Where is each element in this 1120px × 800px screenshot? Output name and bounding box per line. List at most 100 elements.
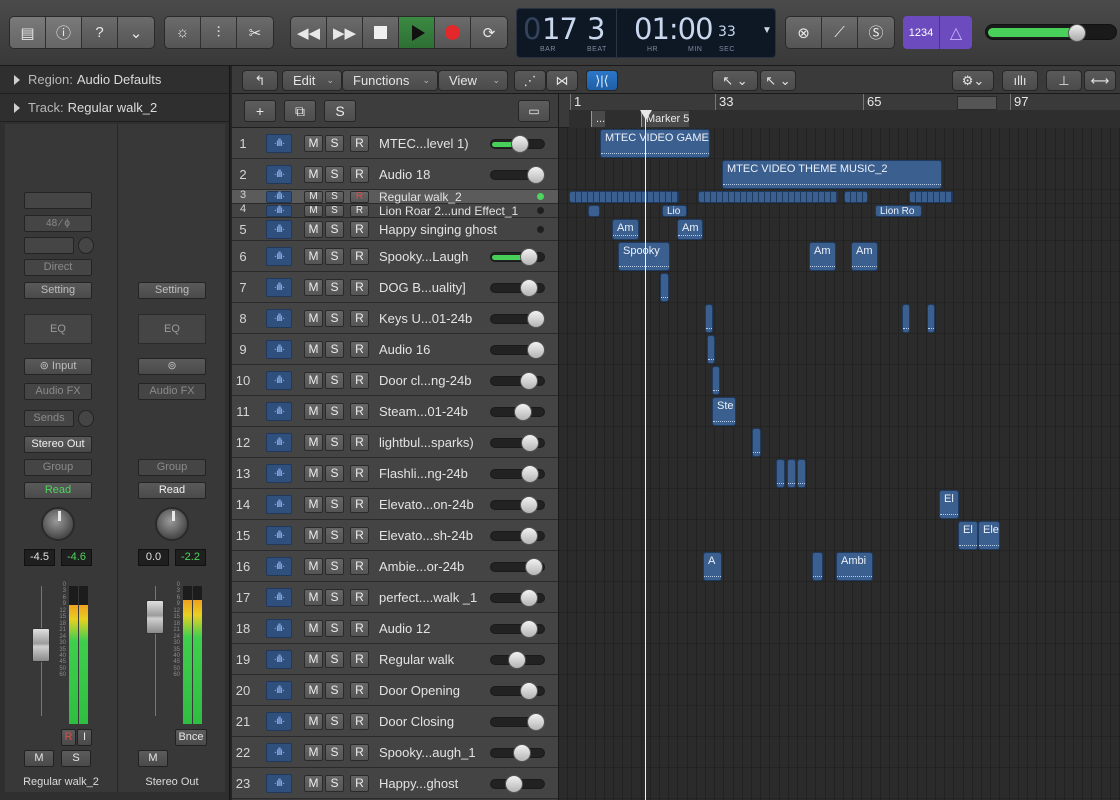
solo-button[interactable]: S <box>61 750 91 767</box>
solo-button[interactable]: S <box>325 221 344 238</box>
audio-region[interactable] <box>844 191 868 203</box>
add-track-button[interactable]: + <box>244 100 276 122</box>
duplicate-track-icon[interactable]: ⧉ <box>284 100 316 122</box>
record-enable-button[interactable]: R <box>350 248 369 265</box>
audio-region[interactable]: Spooky <box>618 242 670 271</box>
playhead[interactable] <box>645 110 646 800</box>
mixer-icon[interactable]: ⫶ <box>201 17 237 48</box>
track-volume-slider[interactable] <box>490 712 545 731</box>
lcd-chevron-down-icon[interactable]: ▼ <box>762 25 772 36</box>
metronome-icon[interactable]: △ <box>939 16 972 49</box>
record-enable-button[interactable]: R <box>350 713 369 730</box>
track-volume-knob[interactable] <box>519 278 538 297</box>
track-volume-slider[interactable] <box>490 402 545 421</box>
record-enable-button[interactable]: R <box>350 651 369 668</box>
audio-region[interactable] <box>712 366 720 395</box>
track-volume-slider[interactable] <box>490 743 545 762</box>
record-enable-button[interactable]: R <box>350 191 369 203</box>
track-row[interactable]: 21 ·ıllı· M S R Door Closing <box>232 706 558 737</box>
input-format-row[interactable]: 48 ⁄ ϕ <box>24 215 92 232</box>
pan-knob[interactable] <box>155 507 189 541</box>
audio-region[interactable]: MTEC VIDEO GAME <box>600 129 710 158</box>
audio-fx-slot[interactable]: Audio FX <box>24 383 92 400</box>
audio-region[interactable] <box>698 191 838 203</box>
track-volume-slider[interactable] <box>490 588 545 607</box>
snap-alignment-icon[interactable]: ⟩|⟨ <box>586 70 618 91</box>
send-knob-icon[interactable] <box>78 410 94 427</box>
back-arrow-icon[interactable]: ↰ <box>242 70 278 91</box>
volume-value[interactable]: -4.5 <box>24 549 55 566</box>
horizontal-zoom-icon[interactable]: ⟷ <box>1084 70 1116 91</box>
solo-button[interactable]: S <box>325 372 344 389</box>
volume-fader[interactable] <box>32 628 50 662</box>
track-volume-slider[interactable] <box>490 526 545 545</box>
track-volume-knob[interactable] <box>511 134 529 153</box>
record-enable-button[interactable]: R <box>350 744 369 761</box>
track-volume-slider[interactable] <box>490 650 545 669</box>
audio-region[interactable]: El <box>958 521 978 550</box>
record-enable-button[interactable]: R <box>350 279 369 296</box>
output-button[interactable]: Stereo Out <box>24 436 92 453</box>
solo-button[interactable]: S <box>325 403 344 420</box>
marker[interactable]: ... <box>591 111 606 127</box>
track-row[interactable]: 1 ·ıllı· M S R MTEC...level 1) <box>232 128 558 159</box>
solo-button[interactable]: S <box>325 496 344 513</box>
track-name[interactable]: Happy singing ghost <box>379 222 534 237</box>
audio-region[interactable] <box>787 459 796 488</box>
record-enable-button[interactable]: R <box>350 775 369 792</box>
vertical-zoom-icon[interactable]: ⊥ <box>1046 70 1082 91</box>
record-enable-button[interactable]: R <box>61 729 76 746</box>
global-solo-button[interactable]: S <box>324 100 356 122</box>
track-row[interactable]: 2 ·ıllı· M S R Audio 18 <box>232 159 558 190</box>
pointer-tool-icon[interactable]: ↖ ⌄ <box>712 70 758 91</box>
mute-button[interactable]: M <box>304 682 323 699</box>
smart-controls-icon[interactable]: ☼ <box>165 17 201 48</box>
track-volume-knob[interactable] <box>507 650 526 669</box>
track-volume-slider[interactable] <box>490 278 545 297</box>
audio-region[interactable] <box>569 191 679 203</box>
track-row[interactable]: 18 ·ıllı· M S R Audio 12 <box>232 613 558 644</box>
mute-button[interactable]: M <box>304 166 323 183</box>
eq-display[interactable]: EQ <box>138 314 206 344</box>
mute-button[interactable]: M <box>304 713 323 730</box>
solo-button[interactable]: S <box>325 558 344 575</box>
eq-display[interactable]: EQ <box>24 314 92 344</box>
solo-button[interactable]: S <box>325 205 344 217</box>
toolbar-toggle-icon[interactable]: ⌄ <box>118 17 154 48</box>
solo-button[interactable]: S <box>325 713 344 730</box>
lcd-display[interactable]: 0 17 3 BAR BEAT 01:00 33 HR MIN SEC <box>516 8 776 59</box>
mute-button[interactable]: M <box>304 221 323 238</box>
volume-fader[interactable] <box>146 600 164 634</box>
mute-button[interactable]: M <box>138 750 168 767</box>
replace-icon[interactable]: ⊗ <box>786 17 822 48</box>
track-volume-slider[interactable] <box>490 619 545 638</box>
track-name[interactable]: Lion Roar 2...und Effect_1 <box>379 204 534 218</box>
audio-region[interactable] <box>927 304 935 333</box>
bounce-button[interactable]: Bnce <box>175 729 207 746</box>
track-row[interactable]: 14 ·ıllı· M S R Elevato...on-24b <box>232 489 558 520</box>
volume-value[interactable]: 0.0 <box>138 549 169 566</box>
track-volume-slider[interactable] <box>490 433 545 452</box>
track-volume-slider[interactable] <box>490 134 545 153</box>
track-row[interactable]: 20 ·ıllı· M S R Door Opening <box>232 675 558 706</box>
automation-mode-button[interactable]: Read <box>138 482 206 499</box>
cycle-region[interactable] <box>957 96 997 110</box>
input-monitor-button[interactable]: I <box>77 729 92 746</box>
cycle-icon[interactable]: ⟳ <box>471 17 507 48</box>
track-row[interactable]: 6 ·ıllı· M S R Spooky...Laugh <box>232 241 558 272</box>
audio-region[interactable] <box>707 335 715 364</box>
track-row[interactable]: 11 ·ıllı· M S R Steam...01-24b <box>232 396 558 427</box>
track-volume-knob[interactable] <box>519 371 538 390</box>
track-row[interactable]: 7 ·ıllı· M S R DOG B...uality] <box>232 272 558 303</box>
track-volume-slider[interactable] <box>490 247 545 266</box>
track-row[interactable]: 8 ·ıllı· M S R Keys U...01-24b <box>232 303 558 334</box>
automation-mode-button[interactable]: Read <box>24 482 92 499</box>
track-volume-knob[interactable] <box>505 774 524 793</box>
solo-button[interactable]: S <box>325 279 344 296</box>
mute-button[interactable]: M <box>304 205 323 217</box>
track-volume-knob[interactable] <box>519 495 538 514</box>
audio-region[interactable]: Lion Ro <box>875 205 922 217</box>
sends-slot[interactable]: Sends <box>24 410 74 427</box>
inspector-icon[interactable]: ⓘ <box>46 17 82 48</box>
record-enable-button[interactable]: R <box>350 527 369 544</box>
